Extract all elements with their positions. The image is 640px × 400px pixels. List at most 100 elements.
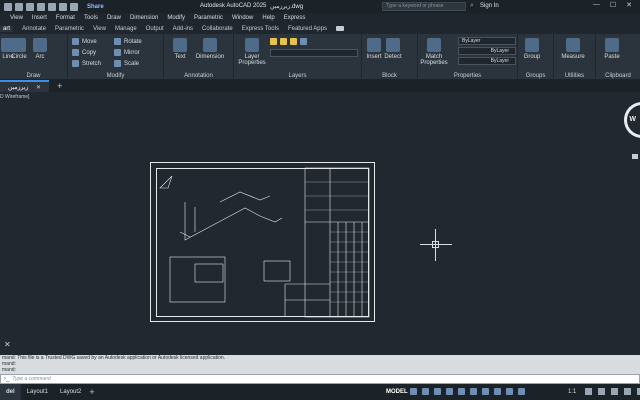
polar-icon[interactable]	[446, 388, 453, 395]
command-line[interactable]: ›_ Type a command	[0, 374, 640, 384]
grid-icon[interactable]	[410, 388, 417, 395]
panel-label-groups[interactable]: Groups	[518, 73, 553, 79]
drawing-canvas[interactable]: D Wireframe] W ✕	[0, 92, 640, 355]
panel-label-block[interactable]: Block	[362, 73, 417, 79]
tab-featured-apps[interactable]: Featured Apps	[288, 26, 327, 32]
layer-icon[interactable]	[300, 38, 307, 45]
monitor-icon[interactable]	[611, 388, 618, 395]
group-tool[interactable]: Group	[520, 38, 544, 60]
tab-output[interactable]: Output	[146, 26, 164, 32]
share-button[interactable]: Share	[87, 4, 104, 10]
panel-label-layers[interactable]: Layers	[234, 73, 361, 79]
panel-label-annotation[interactable]: Annotation	[164, 73, 233, 79]
tab-annotate[interactable]: Annotate	[22, 26, 46, 32]
lineweight-dropdown[interactable]: ByLayer	[458, 57, 516, 65]
paste-tool[interactable]: Paste	[600, 38, 624, 60]
menu-view[interactable]: View	[10, 15, 23, 21]
otrack-icon[interactable]	[470, 388, 477, 395]
panel-label-modify[interactable]: Modify	[68, 73, 163, 79]
stretch-tool[interactable]: Stretch	[72, 60, 101, 67]
tab-manage[interactable]: Manage	[115, 26, 137, 32]
transparency-icon[interactable]	[494, 388, 501, 395]
panel-draw: Line Circle Arc Draw	[0, 34, 68, 80]
minimize-icon[interactable]: —	[593, 1, 600, 9]
fullscreen-icon[interactable]	[624, 388, 631, 395]
panel-label-properties[interactable]: Properties	[418, 73, 517, 79]
new-tab-icon[interactable]: +	[57, 81, 62, 91]
save-icon[interactable]	[26, 2, 34, 11]
menu-help[interactable]: Help	[262, 15, 274, 21]
tab-layout2[interactable]: Layout2	[54, 384, 87, 400]
command-line-chevron-icon[interactable]: ›_	[1, 376, 12, 382]
undo-icon[interactable]	[59, 2, 67, 11]
close-icon[interactable]: ✕	[36, 85, 41, 91]
tab-view[interactable]: View	[93, 26, 106, 32]
file-tab[interactable]: زیرزمین ✕	[0, 80, 50, 92]
menu-express[interactable]: Express	[284, 15, 306, 21]
redo-icon[interactable]	[70, 2, 78, 11]
osnap-icon[interactable]	[458, 388, 465, 395]
menu-dimension[interactable]: Dimension	[130, 15, 158, 21]
layer-properties-tool[interactable]: Layer Properties	[236, 38, 268, 66]
mirror-tool[interactable]: Mirror	[114, 49, 140, 56]
lock-icon[interactable]	[290, 38, 297, 45]
tab-layout1[interactable]: Layout1	[21, 384, 54, 400]
panel-label-draw[interactable]: Draw	[0, 73, 67, 79]
arc-tool[interactable]: Arc	[30, 38, 50, 60]
circle-tool[interactable]: Circle	[8, 38, 30, 60]
annotation-visibility-icon[interactable]	[518, 388, 525, 395]
color-dropdown[interactable]: ByLayer	[458, 37, 516, 45]
insert-tool[interactable]: Insert	[364, 38, 384, 60]
sun-icon[interactable]	[280, 38, 287, 45]
scale-tool[interactable]: Scale	[114, 60, 139, 67]
tab-model[interactable]: del	[0, 384, 21, 400]
add-layout-icon[interactable]: +	[89, 387, 94, 397]
sign-in-button[interactable]: Sign In	[480, 3, 499, 9]
selection-cycling-icon[interactable]	[506, 388, 513, 395]
detect-tool[interactable]: Detect	[382, 38, 404, 60]
model-space-button[interactable]: MODEL	[386, 389, 408, 395]
move-tool[interactable]: Move	[72, 38, 97, 45]
linetype-dropdown[interactable]: ByLayer	[458, 47, 516, 55]
layer-dropdown[interactable]	[270, 49, 358, 57]
panel-modify: Move Rotate Copy Mirror Stretch Scale Mo…	[68, 34, 164, 80]
command-input[interactable]: Type a command	[12, 376, 50, 382]
annotation-scale[interactable]: 1:1	[568, 389, 576, 395]
menu-tools[interactable]: Tools	[84, 15, 98, 21]
ribbon-toggle-icon[interactable]	[335, 26, 344, 31]
menu-draw[interactable]: Draw	[107, 15, 121, 21]
measure-tool[interactable]: Measure	[556, 38, 590, 60]
save-as-icon[interactable]	[37, 2, 45, 11]
plus-icon[interactable]	[598, 388, 605, 395]
ortho-icon[interactable]	[434, 388, 441, 395]
text-tool[interactable]: Text	[168, 38, 192, 60]
tab-collaborate[interactable]: Collaborate	[202, 26, 233, 32]
rotate-tool[interactable]: Rotate	[114, 38, 142, 45]
match-properties-tool[interactable]: Match Properties	[420, 38, 448, 66]
snap-icon[interactable]	[422, 388, 429, 395]
tab-express-tools[interactable]: Express Tools	[242, 26, 279, 32]
open-file-icon[interactable]	[15, 2, 23, 11]
maximize-icon[interactable]: ☐	[610, 1, 616, 9]
close-icon[interactable]: ✕	[626, 1, 632, 9]
search-icon[interactable]: ⌕	[470, 2, 474, 10]
menu-window[interactable]: Window	[232, 15, 253, 21]
panel-utilities: Measure Utilities	[554, 34, 596, 80]
search-input[interactable]: Type a keyword or phrase	[382, 2, 466, 11]
dimension-tool[interactable]: Dimension	[192, 38, 228, 60]
tab-home[interactable]: art	[0, 25, 14, 32]
new-file-icon[interactable]	[4, 2, 12, 11]
tab-add-ins[interactable]: Add-ins	[173, 26, 193, 32]
panel-label-clipboard[interactable]: Clipboard	[596, 73, 640, 79]
menu-insert[interactable]: Insert	[32, 15, 47, 21]
print-icon[interactable]	[48, 2, 56, 11]
bulb-icon[interactable]	[270, 38, 277, 45]
menu-parametric[interactable]: Parametric	[194, 15, 223, 21]
gear-icon[interactable]	[585, 388, 592, 395]
lineweight-icon[interactable]	[482, 388, 489, 395]
menu-format[interactable]: Format	[56, 15, 75, 21]
copy-tool[interactable]: Copy	[72, 49, 96, 56]
panel-label-utilities[interactable]: Utilities	[554, 73, 595, 79]
tab-parametric[interactable]: Parametric	[55, 26, 84, 32]
menu-modify[interactable]: Modify	[167, 15, 185, 21]
